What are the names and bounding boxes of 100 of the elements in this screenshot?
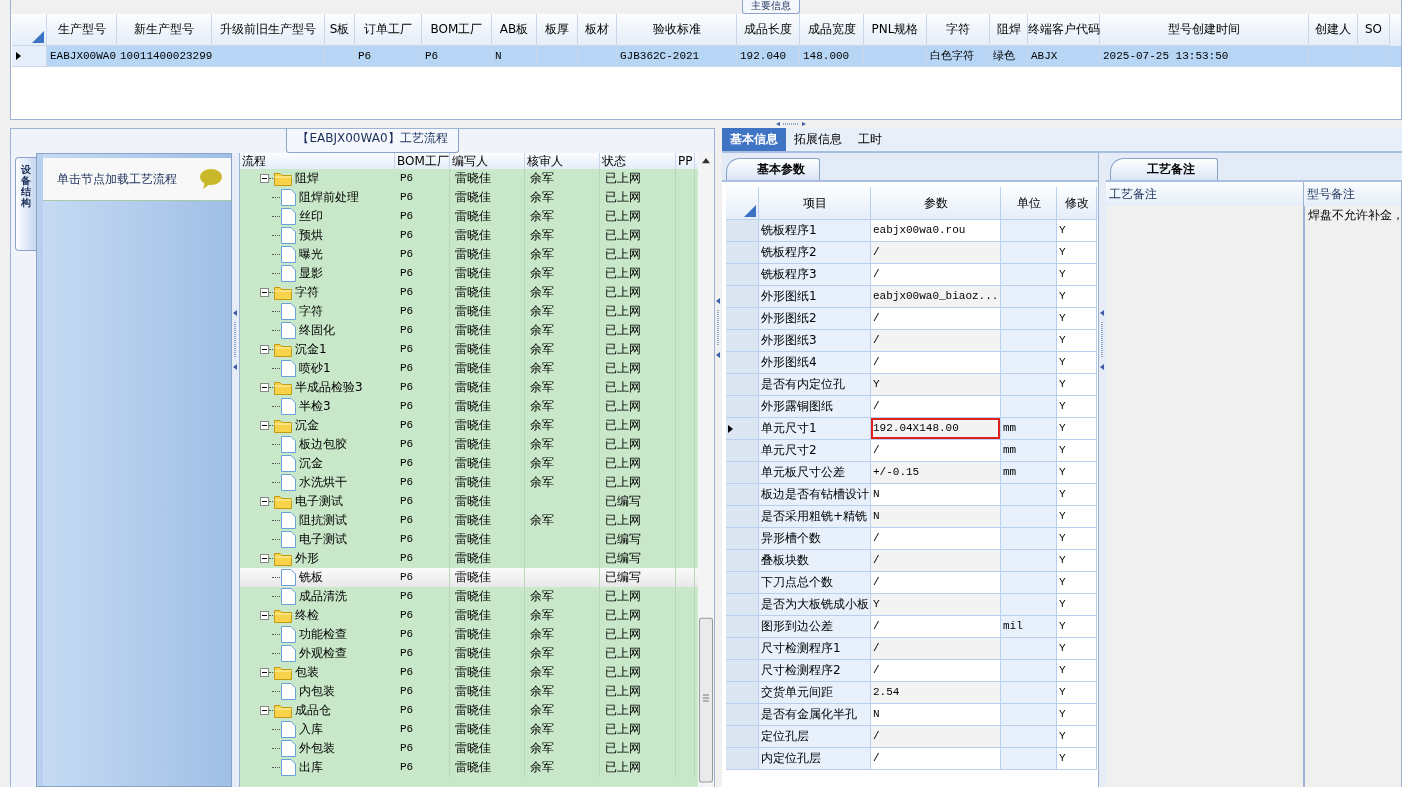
tree-node-label: 电子测试 — [299, 531, 347, 548]
table-cell: Y — [1057, 704, 1097, 726]
table-cell: 铣板程序1 — [759, 220, 871, 242]
tree-node-label: 显影 — [299, 265, 323, 282]
tree-row[interactable]: 铣板 P6 雷晓佳 已编写 — [240, 568, 698, 587]
table-cell: 外形图纸3 — [759, 330, 871, 352]
tree-node-label: 丝印 — [299, 208, 323, 225]
table-cell: / — [871, 396, 1001, 418]
document-icon — [281, 246, 296, 263]
document-icon — [281, 227, 296, 244]
tree-node-label: 半成品检验3 — [295, 379, 363, 396]
table-cell: 绿色 — [990, 46, 1028, 67]
folder-icon — [274, 551, 292, 566]
group-title: 主要信息 — [742, 0, 800, 14]
document-icon — [281, 303, 296, 320]
table-cell: 已上网 — [600, 758, 676, 777]
table-cell: / — [871, 528, 1001, 550]
table-cell: Y — [1057, 418, 1097, 440]
table-cell: 定位孔层 — [759, 726, 871, 748]
table-cell: / — [871, 242, 1001, 264]
splitter-grip-icon — [716, 297, 721, 358]
table-cell: Y — [1057, 220, 1097, 242]
document-icon — [281, 569, 296, 586]
table-cell: / — [871, 308, 1001, 330]
text-area[interactable] — [1106, 206, 1304, 787]
tab[interactable]: 工艺备注 — [1110, 158, 1218, 180]
tree-row[interactable]: 阻焊 P6 雷晓佳 余军 已上网 — [240, 169, 698, 188]
table-cell: eabjx00wa0_biaoz... — [871, 286, 1001, 308]
tree-node-label: 成品清洗 — [299, 588, 347, 605]
table-cell: Y — [1057, 308, 1097, 330]
table-cell: 余军 — [525, 758, 600, 777]
table-cell: Y — [1057, 638, 1097, 660]
folder-icon — [274, 285, 292, 300]
table-cell: Y — [1057, 484, 1097, 506]
table-cell: 雷晓佳 — [450, 758, 525, 777]
table-cell: +/-0.15 — [871, 462, 1001, 484]
table-cell: 图形到边公差 — [759, 616, 871, 638]
table-cell: 外形图纸1 — [759, 286, 871, 308]
table-cell: 板边是否有钻槽设计 — [759, 484, 871, 506]
row-pointer-icon — [728, 424, 733, 433]
tree-node-label: 喷砂1 — [299, 360, 331, 377]
table-cell: mm — [1001, 418, 1057, 440]
vertical-tab[interactable]: 设备结构 — [15, 157, 36, 251]
document-icon — [281, 645, 296, 662]
group-title: 【EABJX00WA0】工艺流程 — [286, 129, 459, 153]
document-icon — [281, 740, 296, 757]
table-cell: ABJX — [1028, 46, 1100, 67]
tree-node-label: 出库 — [299, 759, 323, 776]
document-icon — [281, 208, 296, 225]
document-icon — [281, 322, 296, 339]
table-cell: mm — [1001, 462, 1057, 484]
tab[interactable]: 基本信息 — [722, 128, 786, 151]
table-cell: eabjx00wa0.rou — [871, 220, 1001, 242]
folder-icon — [274, 380, 292, 395]
table-cell: 铣板程序2 — [759, 242, 871, 264]
tab[interactable]: 拓展信息 — [786, 128, 850, 151]
table-cell: 10011400023299 — [117, 46, 212, 67]
row-pointer-icon — [16, 52, 21, 60]
table-cell: Y — [1057, 396, 1097, 418]
table-cell: Y — [1057, 462, 1097, 484]
tree-node-label: 入库 — [299, 721, 323, 738]
table-cell: P6 — [355, 46, 422, 67]
table-cell: / — [871, 264, 1001, 286]
table-cell: P6 — [422, 46, 492, 67]
corner-triangle-icon — [32, 31, 44, 43]
table-cell: 尺寸检测程序1 — [759, 638, 871, 660]
table-cell: 铣板程序3 — [759, 264, 871, 286]
table-row[interactable]: EABJX00WA0 10011400023299 P6 P6 N GJB362C-2021 192.040 148.000 白色字符 绿色 ABJX 2025-07-25 13:53:50 — [12, 46, 1401, 67]
folder-icon — [274, 608, 292, 623]
table-cell: 2.54 — [871, 682, 1001, 704]
table-cell: N — [871, 484, 1001, 506]
table-cell: Y — [1057, 330, 1097, 352]
table-cell: 192.04X148.00 — [871, 418, 1001, 440]
table-cell: 尺寸检测程序2 — [759, 660, 871, 682]
table-cell: Y — [1057, 726, 1097, 748]
table-cell: Y — [1057, 374, 1097, 396]
table-cell: 外形露铜图纸 — [759, 396, 871, 418]
tree-node-label: 功能检查 — [299, 626, 347, 643]
tree-node-label: 水洗烘干 — [299, 474, 347, 491]
table-cell: Y — [1057, 682, 1097, 704]
document-icon — [281, 455, 296, 472]
table-cell: N — [871, 704, 1001, 726]
table-cell: EABJX00WA0 — [47, 46, 117, 67]
table-cell: Y — [1057, 264, 1097, 286]
table-cell: 148.000 — [800, 46, 864, 67]
table-cell: 是否为大板铣成小板 — [759, 594, 871, 616]
tab[interactable]: 基本参数 — [726, 158, 820, 180]
tree-node-label: 内包装 — [299, 683, 335, 700]
table-cell: 下刀点总个数 — [759, 572, 871, 594]
tree-node-label: 沉金 — [295, 417, 319, 434]
table-cell: Y — [1057, 748, 1097, 770]
folder-icon — [274, 418, 292, 433]
table-cell: 2025-07-25 13:53:50 — [1100, 46, 1309, 67]
tree-node-label: 铣板 — [299, 569, 323, 586]
table-cell: Y — [1057, 286, 1097, 308]
tree-node-label: 阻焊 — [295, 170, 319, 187]
table-cell: 单元板尺寸公差 — [759, 462, 871, 484]
tree-node-label: 阻抗测试 — [299, 512, 347, 529]
tree-node-label: 字符 — [299, 303, 323, 320]
tab[interactable]: 工时 — [850, 128, 890, 151]
